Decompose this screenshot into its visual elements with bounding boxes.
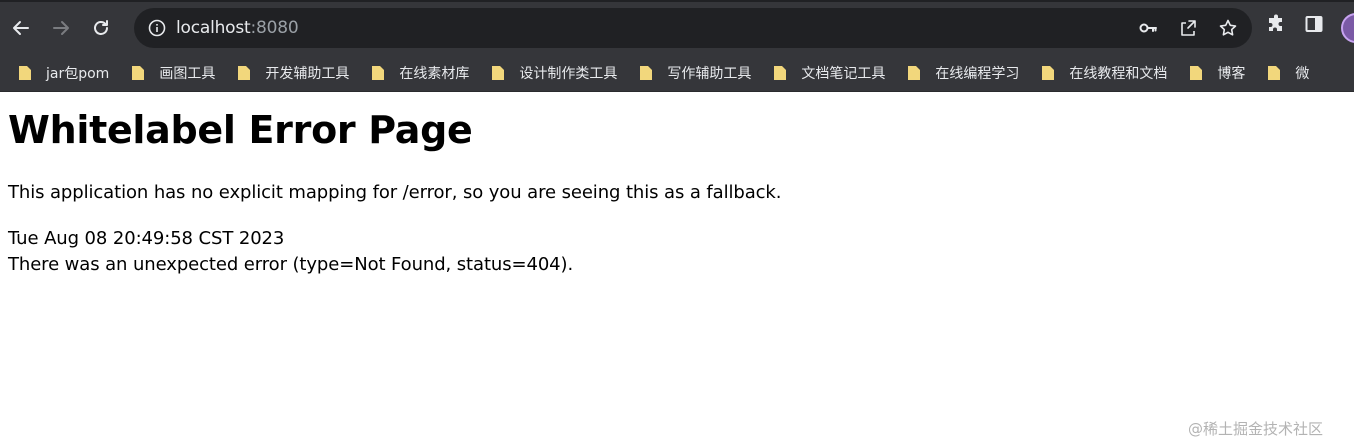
bookmark-label: 在线编程学习 bbox=[935, 65, 1020, 82]
bookmark-item[interactable]: 在线编程学习 bbox=[899, 59, 1027, 87]
bookmark-item[interactable]: 在线素材库 bbox=[363, 59, 477, 87]
folder-icon bbox=[18, 65, 32, 81]
bookmark-item[interactable]: 微 bbox=[1259, 59, 1317, 87]
folder-icon bbox=[907, 65, 921, 81]
watermark: @稀土掘金技术社区 bbox=[1188, 420, 1324, 438]
reload-icon bbox=[94, 20, 108, 35]
bookmark-label: jar包pom bbox=[46, 65, 110, 82]
share-icon[interactable] bbox=[1178, 18, 1198, 38]
folder-icon bbox=[237, 65, 251, 81]
bookmark-label: 文档笔记工具 bbox=[801, 65, 886, 82]
folder-icon bbox=[639, 65, 653, 81]
folder-icon bbox=[773, 65, 787, 81]
side-panel-icon[interactable] bbox=[1304, 14, 1324, 34]
info-icon[interactable] bbox=[148, 19, 166, 37]
bookmark-label: 博客 bbox=[1217, 65, 1246, 82]
folder-icon bbox=[371, 65, 385, 81]
star-icon[interactable] bbox=[1218, 18, 1238, 38]
bookmark-label: 在线教程和文档 bbox=[1069, 65, 1168, 82]
arrow-left-icon bbox=[13, 21, 29, 35]
bookmark-item[interactable]: 开发辅助工具 bbox=[229, 59, 357, 87]
bookmark-item[interactable]: jar包pom bbox=[10, 59, 117, 87]
omnibox-actions bbox=[1138, 18, 1238, 38]
page-title: Whitelabel Error Page bbox=[8, 108, 473, 152]
folder-icon bbox=[491, 65, 505, 81]
folder-icon bbox=[131, 65, 145, 81]
url-host: localhost bbox=[176, 18, 251, 38]
profile-avatar[interactable] bbox=[1341, 13, 1354, 43]
url-port: :8080 bbox=[250, 18, 299, 38]
folder-icon bbox=[1267, 65, 1281, 81]
bookmark-item[interactable]: 在线教程和文档 bbox=[1033, 59, 1175, 87]
bookmarks-bar: jar包pom 画图工具 开发辅助工具 在线素材库 设计制作类工具 写作辅助工具 文档笔记工… bbox=[0, 54, 1354, 92]
error-message: There was an unexpected error (type=Not … bbox=[8, 254, 574, 275]
url-text[interactable]: localhost:8080 bbox=[176, 18, 1138, 38]
bookmark-label: 在线素材库 bbox=[399, 65, 470, 82]
browser-toolbar: localhost:8080 bbox=[0, 2, 1354, 54]
address-bar[interactable]: localhost:8080 bbox=[134, 8, 1252, 48]
puzzle-icon[interactable] bbox=[1266, 14, 1286, 34]
error-description: This application has no explicit mapping… bbox=[8, 182, 782, 203]
bookmark-label: 设计制作类工具 bbox=[519, 65, 618, 82]
bookmark-item[interactable]: 写作辅助工具 bbox=[631, 59, 759, 87]
bookmark-item[interactable]: 设计制作类工具 bbox=[483, 59, 625, 87]
error-page: Whitelabel Error Page This application h… bbox=[0, 92, 1354, 278]
browser-chrome: localhost:8080 jar包pom 画图工具 开发辅助工具 在线素材库… bbox=[0, 0, 1354, 92]
back-button[interactable] bbox=[4, 11, 38, 45]
key-icon[interactable] bbox=[1138, 18, 1158, 38]
arrow-right-icon bbox=[53, 21, 69, 35]
toolbar-right-actions bbox=[1266, 14, 1324, 34]
folder-icon bbox=[1041, 65, 1055, 81]
bookmark-item[interactable]: 博客 bbox=[1181, 59, 1253, 87]
bookmark-label: 写作辅助工具 bbox=[667, 65, 752, 82]
reload-button[interactable] bbox=[84, 11, 118, 45]
bookmark-item[interactable]: 画图工具 bbox=[123, 59, 223, 87]
forward-button[interactable] bbox=[44, 11, 78, 45]
error-timestamp: Tue Aug 08 20:49:58 CST 2023 bbox=[8, 228, 285, 249]
bookmark-label: 微 bbox=[1295, 65, 1310, 82]
folder-icon bbox=[1189, 65, 1203, 81]
bookmark-label: 开发辅助工具 bbox=[265, 65, 350, 82]
bookmark-label: 画图工具 bbox=[159, 65, 216, 82]
bookmark-item[interactable]: 文档笔记工具 bbox=[765, 59, 893, 87]
